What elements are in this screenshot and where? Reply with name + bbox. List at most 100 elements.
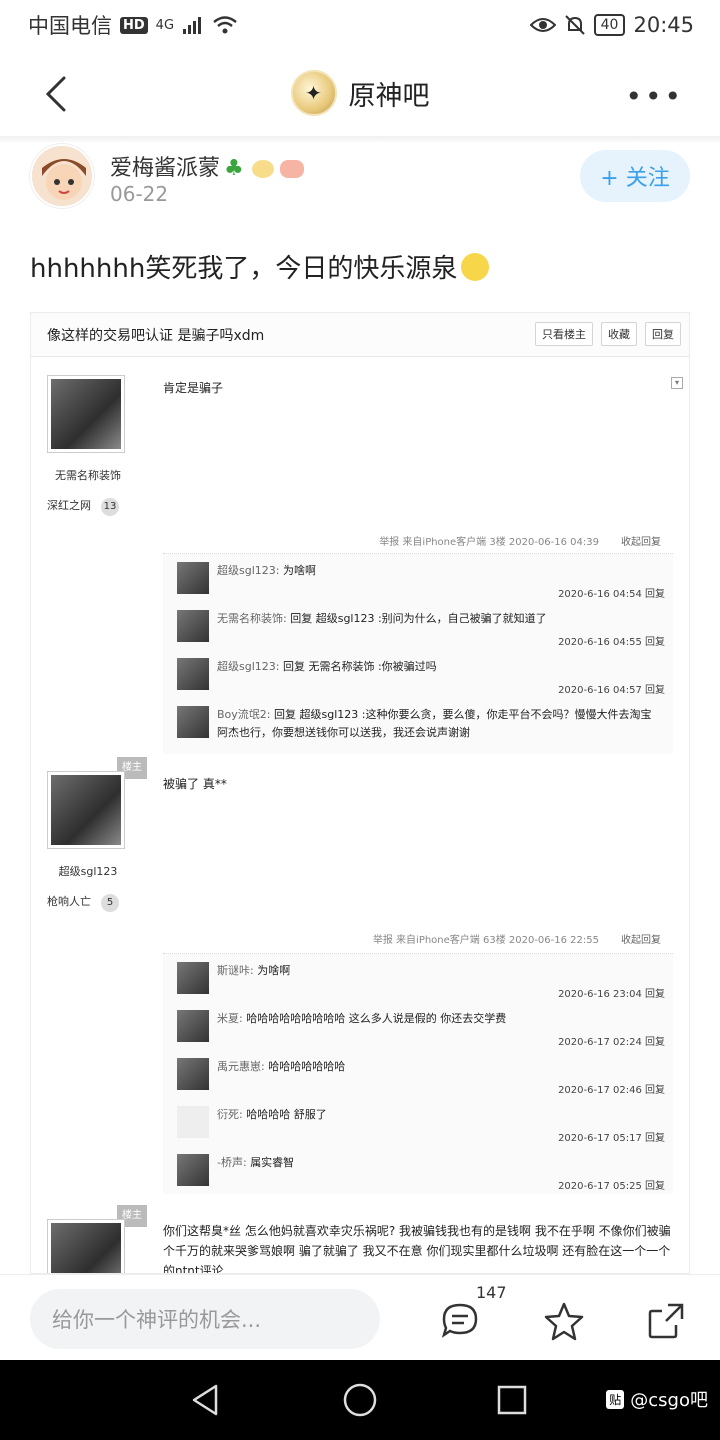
reply-time: 2020-6-16 04:55 回复 xyxy=(558,637,665,648)
status-bar: 中国电信 HD 4G 40 20:45 xyxy=(0,0,720,50)
user-name: 无需名称装饰 xyxy=(55,469,121,482)
battery-indicator: 40 xyxy=(593,14,626,36)
reply-user: 衍死: xyxy=(217,1108,243,1121)
reply-item: 禹元惠崽: 哈哈哈哈哈哈哈 2020-6-17 02:46 回复 xyxy=(163,1050,673,1098)
reply-text: 哈哈哈哈哈哈哈 xyxy=(268,1060,346,1073)
reply-avatar xyxy=(177,1058,209,1090)
post-author-row: 爱梅酱派蒙 ♣ 06-22 + 关注 xyxy=(30,144,690,220)
author-name-text: 爱梅酱派蒙 xyxy=(110,156,221,181)
user-badge: 深红之网 13 xyxy=(47,497,129,516)
reply-time: 2020-6-16 23:04 回复 xyxy=(558,989,665,1000)
post-date: 06-22 xyxy=(110,182,169,206)
reply-avatar xyxy=(177,658,209,690)
collapse-reply: 收起回复 xyxy=(621,935,661,946)
comment-count: 147 xyxy=(476,1283,507,1302)
back-arrow-icon[interactable] xyxy=(38,72,78,116)
level-badge-icon xyxy=(251,160,274,178)
level-badge: 5 xyxy=(101,894,119,912)
signal-icon xyxy=(183,17,202,34)
thread-title: 像这样的交易吧认证 是骗子吗xdm xyxy=(47,328,265,344)
reply-text: 属实睿智 xyxy=(250,1156,295,1169)
share-icon[interactable] xyxy=(646,1301,686,1341)
reply-text: 哈哈哈哈 舒服了 xyxy=(246,1108,327,1121)
user-name: 超级sgl123 xyxy=(58,865,118,878)
smile-emoji-icon xyxy=(461,253,490,281)
reply-list: 斯谜咔: 为啥啊 2020-6-16 23:04 回复 米夏: 哈哈哈哈哈哈哈哈… xyxy=(163,953,673,1194)
user-avatar xyxy=(47,771,125,849)
reply-avatar xyxy=(177,706,209,738)
meta-text: 举报 来自iPhone客户端 63楼 2020-06-16 22:55 xyxy=(372,935,599,946)
hd-badge: HD xyxy=(120,16,148,34)
star-icon[interactable] xyxy=(544,1301,584,1341)
reply-text: 回复 超级sgl123 :这种你要么贪，要么傻，你走平台不会吗？慢慢大件去淘宝阿… xyxy=(217,708,652,739)
floor-content: 肯定是骗子 xyxy=(163,381,224,395)
reply-item: 超级sgl123: 回复 无需名称装饰 :你被骗过吗 2020-6-16 04:… xyxy=(163,650,673,698)
comment-icon[interactable] xyxy=(440,1301,480,1341)
floor-user: 无需名称装饰 深红之网 13 xyxy=(47,375,129,516)
reply-text: 回复 超级sgl123 :别问为什么，自己被骗了就知道了 xyxy=(290,612,547,625)
back-triangle-icon[interactable] xyxy=(188,1382,224,1418)
network-label: 4G xyxy=(155,17,175,33)
reply-avatar xyxy=(177,1154,209,1186)
reply-item: 衍死: 哈哈哈哈 舒服了 2020-6-17 05:17 回复 xyxy=(163,1098,673,1146)
reply-user: 无需名称装饰: xyxy=(217,612,287,625)
reply-text: 为啥啊 xyxy=(282,564,316,577)
post-body: hhhhhhh笑死我了，今日的快乐源泉 xyxy=(30,248,490,285)
reply-time: 2020-6-16 04:57 回复 xyxy=(558,685,665,696)
badge-text: 深红之网 xyxy=(47,499,91,512)
reply-user: 超级sgl123: xyxy=(217,660,280,673)
reply-user: -桥声: xyxy=(217,1156,247,1169)
floor-meta: 举报 来自iPhone客户端 3楼 2020-06-16 04:39 xyxy=(379,533,599,548)
only-op-button: 只看楼主 xyxy=(535,322,593,346)
reply-user: 斯谜咔: xyxy=(217,964,254,977)
reply-list: 超级sgl123: 为啥啊 2020-6-16 04:54 回复 无需名称装饰:… xyxy=(163,553,673,754)
reply-text: 回复 无需名称装饰 :你被骗过吗 xyxy=(282,660,437,673)
dropdown-icon: ▾ xyxy=(671,377,683,389)
reply-avatar xyxy=(177,962,209,994)
post-text: hhhhhhh笑死我了，今日的快乐源泉 xyxy=(30,254,458,284)
user-avatar xyxy=(47,375,125,453)
wifi-icon xyxy=(213,16,237,34)
reply-button: 回复 xyxy=(645,322,681,346)
reply-user: 超级sgl123: xyxy=(217,564,280,577)
author-avatar[interactable] xyxy=(30,144,94,208)
reply-time: 2020-6-17 02:46 回复 xyxy=(558,1085,665,1096)
reply-item: Boy流氓2: 回复 超级sgl123 :这种你要么贪，要么傻，你走平台不会吗？… xyxy=(163,698,673,754)
reply-user: 禹元惠崽: xyxy=(217,1060,265,1073)
more-menu-icon[interactable]: ••• xyxy=(625,80,684,113)
forum-avatar[interactable]: ✦ xyxy=(290,70,337,116)
eye-icon xyxy=(529,18,556,32)
bottom-comment-bar: 给你一个神评的机会... 147 xyxy=(0,1274,720,1360)
badge-text: 枪响人亡 xyxy=(47,895,91,908)
home-circle-icon[interactable] xyxy=(342,1382,378,1418)
reply-time: 2020-6-17 05:25 回复 xyxy=(558,1181,665,1192)
mute-bell-icon xyxy=(564,15,585,35)
floor-user: 超级sgl123 枪响人亡 5 xyxy=(47,771,129,912)
author-name[interactable]: 爱梅酱派蒙 ♣ xyxy=(110,150,304,182)
reply-time: 2020-6-16 04:54 回复 xyxy=(558,589,665,600)
reply-item: 斯谜咔: 为啥啊 2020-6-16 23:04 回复 xyxy=(163,954,673,1002)
comment-input[interactable]: 给你一个神评的机会... xyxy=(30,1289,380,1349)
android-nav-bar: 贴 @csgo吧 xyxy=(0,1360,720,1440)
user-badge: 枪响人亡 5 xyxy=(47,893,129,912)
reply-text: 为啥啊 xyxy=(257,964,291,977)
level-badge: 13 xyxy=(101,498,119,516)
floor-content: 你们这帮臭*丝 怎么他妈就喜欢幸灾乐祸呢? 我被骗钱我也有的是钱啊 我不在乎啊 … xyxy=(163,1224,671,1274)
top-nav-bar: ✦ 原神吧 ••• xyxy=(0,50,720,136)
reply-user: Boy流氓2: xyxy=(217,708,271,721)
reply-text: 哈哈哈哈哈哈哈哈哈 这么多人说是假的 你还去交学费 xyxy=(246,1012,507,1025)
reply-avatar xyxy=(177,1010,209,1042)
reply-avatar xyxy=(177,562,209,594)
watermark: 贴 @csgo吧 xyxy=(606,1386,708,1412)
user-avatar xyxy=(47,1219,125,1273)
carrier-label: 中国电信 xyxy=(28,14,112,38)
floor-meta: 举报 来自iPhone客户端 63楼 2020-06-16 22:55 xyxy=(373,931,599,946)
recents-square-icon[interactable] xyxy=(494,1382,530,1418)
reply-time: 2020-6-17 05:17 回复 xyxy=(558,1133,665,1144)
reply-item: 无需名称装饰: 回复 超级sgl123 :别问为什么，自己被骗了就知道了 202… xyxy=(163,602,673,650)
embedded-screenshot[interactable]: 像这样的交易吧认证 是骗子吗xdm 只看楼主 收藏 回复 ▾ 无需名称装饰 深红… xyxy=(30,312,690,1274)
follow-button[interactable]: + 关注 xyxy=(580,150,690,202)
forum-header[interactable]: ✦ 原神吧 xyxy=(290,70,430,116)
clover-icon: ♣ xyxy=(224,156,244,181)
watermark-text: @csgo吧 xyxy=(630,1390,708,1411)
